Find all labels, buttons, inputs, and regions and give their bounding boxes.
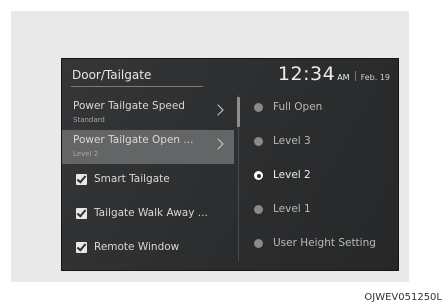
- clock-date: Feb. 19: [360, 73, 390, 82]
- radio-selected-icon: [254, 171, 263, 180]
- infotainment-screen: Door/Tailgate 12:34 AM Feb. 19 Power Tailg…: [61, 58, 399, 271]
- menu-item-label: Power Tailgate Speed: [73, 100, 185, 112]
- option-level-3[interactable]: Level 3: [244, 130, 394, 158]
- menu-item-label: Power Tailgate Open ...: [73, 134, 194, 146]
- checkbox-checked-icon[interactable]: [76, 242, 87, 253]
- menu-item-label: Smart Tailgate: [94, 173, 170, 185]
- radio-unselected-icon: [254, 103, 263, 112]
- option-level-1[interactable]: Level 1: [244, 198, 394, 226]
- checkbox-checked-icon[interactable]: [76, 174, 87, 185]
- figure-code: OJWEV051250L: [364, 292, 442, 303]
- menu-item-smart-tailgate[interactable]: Smart Tailgate: [62, 164, 234, 198]
- menu-item-remote-window[interactable]: Remote Window: [62, 232, 234, 266]
- menu-item-tailgate-walk-away[interactable]: Tailgate Walk Away ...: [62, 198, 234, 232]
- chevron-right-icon: [212, 104, 224, 116]
- option-label: Level 3: [273, 135, 311, 147]
- clock: 12:34 AM Feb. 19: [278, 63, 390, 85]
- option-full-open[interactable]: Full Open: [244, 96, 394, 124]
- page-title: Door/Tailgate: [72, 68, 152, 82]
- menu-item-label: Remote Window: [94, 241, 180, 253]
- option-label: Full Open: [273, 101, 323, 113]
- radio-unselected-icon: [254, 205, 263, 214]
- clock-ampm: AM: [337, 73, 350, 82]
- clock-time: 12:34: [277, 63, 336, 85]
- radio-unselected-icon: [254, 239, 263, 248]
- menu-item-label: Tailgate Walk Away ...: [94, 207, 208, 219]
- radio-unselected-icon: [254, 137, 263, 146]
- menu-item-value: Level 2: [73, 150, 99, 158]
- option-user-height-setting[interactable]: User Height Setting: [244, 232, 394, 260]
- clock-separator: [354, 70, 356, 81]
- option-level-2[interactable]: Level 2: [244, 164, 394, 192]
- figure-frame: Door/Tailgate 12:34 AM Feb. 19 Power Tailg…: [11, 11, 409, 282]
- title-underline: [71, 86, 203, 87]
- option-label: Level 1: [273, 203, 311, 215]
- menu-item-value: Standard: [73, 116, 105, 124]
- option-label: Level 2: [273, 169, 311, 181]
- scrollbar[interactable]: [237, 97, 240, 127]
- menu-item-power-tailgate-speed[interactable]: Power Tailgate Speed Standard: [62, 96, 234, 130]
- menu-item-power-tailgate-open[interactable]: Power Tailgate Open ... Level 2: [62, 130, 234, 164]
- checkbox-checked-icon[interactable]: [76, 208, 87, 219]
- option-label: User Height Setting: [273, 237, 376, 249]
- chevron-right-icon: [212, 138, 224, 150]
